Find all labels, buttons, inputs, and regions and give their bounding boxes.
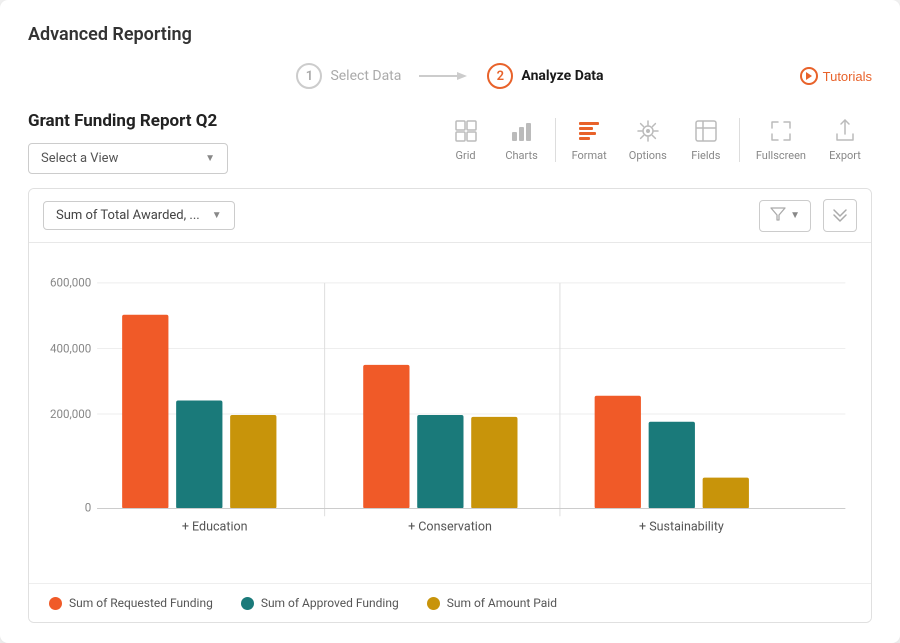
- svg-text:0: 0: [85, 500, 92, 514]
- bar-con-requested: [363, 365, 409, 509]
- report-header: Grant Funding Report Q2 Select a View ▼: [28, 111, 872, 174]
- legend-dot-paid: [427, 597, 440, 610]
- options-icon: [634, 117, 662, 145]
- legend-dot-requested: [49, 597, 62, 610]
- step-1[interactable]: 1 Select Data: [296, 63, 401, 89]
- legend-label-approved: Sum of Approved Funding: [261, 596, 399, 610]
- fields-button[interactable]: Fields: [679, 111, 733, 168]
- legend-label-paid: Sum of Amount Paid: [447, 596, 557, 610]
- fullscreen-icon: [767, 117, 795, 145]
- bar-sus-paid: [703, 478, 749, 509]
- bar-edu-requested: [122, 315, 168, 509]
- export-button[interactable]: Export: [818, 111, 872, 168]
- bar-edu-paid: [230, 415, 276, 509]
- bar-con-approved: [417, 415, 463, 509]
- sum-dropdown[interactable]: Sum of Total Awarded, ... ▼: [43, 201, 235, 230]
- grid-label: Grid: [456, 149, 476, 162]
- legend-label-requested: Sum of Requested Funding: [69, 596, 213, 610]
- step-arrow: [419, 68, 469, 84]
- tutorials-label: Tutorials: [823, 69, 872, 84]
- legend-item-paid: Sum of Amount Paid: [427, 596, 557, 610]
- sum-chevron-icon: ▼: [212, 210, 222, 221]
- svg-text:+ Conservation: + Conservation: [408, 520, 492, 535]
- svg-text:+ Sustainability: + Sustainability: [639, 520, 724, 535]
- app-title: Advanced Reporting: [28, 24, 872, 45]
- tutorials-button[interactable]: Tutorials: [800, 67, 872, 85]
- export-icon: [831, 117, 859, 145]
- bar-edu-approved: [176, 401, 222, 509]
- select-view-dropdown[interactable]: Select a View ▼: [28, 143, 228, 174]
- charts-icon: [508, 117, 536, 145]
- grid-button[interactable]: Grid: [439, 111, 493, 168]
- step-2[interactable]: 2 Analyze Data: [487, 63, 603, 89]
- play-icon: [800, 67, 818, 85]
- fullscreen-button[interactable]: Fullscreen: [746, 111, 816, 168]
- format-icon: [575, 117, 603, 145]
- content-area: Sum of Total Awarded, ... ▼ ▼: [28, 188, 872, 623]
- options-button[interactable]: Options: [619, 111, 677, 168]
- chevron-down-icon: ▼: [205, 153, 215, 164]
- toolbar: Grid Charts: [439, 111, 872, 168]
- select-view-label: Select a View: [41, 151, 118, 166]
- chart-area: 600,000 400,000 200,000 0 + Education: [29, 243, 871, 583]
- export-label: Export: [829, 149, 861, 162]
- fields-icon: [692, 117, 720, 145]
- charts-label: Charts: [505, 149, 537, 162]
- step-1-label: Select Data: [330, 68, 401, 84]
- content-toolbar: Sum of Total Awarded, ... ▼ ▼: [29, 189, 871, 243]
- bar-con-paid: [471, 417, 517, 509]
- bar-sus-requested: [595, 396, 641, 509]
- filter-icon: [770, 207, 786, 225]
- play-triangle: [806, 72, 812, 80]
- step-1-circle: 1: [296, 63, 322, 89]
- filter-chevron-icon: ▼: [790, 210, 800, 221]
- step-2-label: Analyze Data: [521, 68, 603, 84]
- format-button[interactable]: Format: [562, 111, 617, 168]
- steps-row: 1 Select Data 2 Analyze Data Tutorials: [28, 63, 872, 89]
- svg-text:+ Education: + Education: [182, 520, 248, 535]
- right-buttons: ▼: [759, 199, 857, 232]
- left-header: Grant Funding Report Q2 Select a View ▼: [28, 111, 228, 174]
- collapse-button[interactable]: [823, 199, 857, 232]
- charts-button[interactable]: Charts: [495, 111, 549, 168]
- legend-item-approved: Sum of Approved Funding: [241, 596, 399, 610]
- svg-text:200,000: 200,000: [50, 407, 91, 421]
- chart-svg: 600,000 400,000 200,000 0 + Education: [45, 263, 855, 567]
- fields-label: Fields: [691, 149, 720, 162]
- step-2-circle: 2: [487, 63, 513, 89]
- format-label: Format: [572, 149, 607, 162]
- bar-sus-approved: [649, 422, 695, 509]
- filter-button[interactable]: ▼: [759, 200, 811, 232]
- fullscreen-label: Fullscreen: [756, 149, 806, 162]
- select-view-row: Select a View ▼: [28, 143, 228, 174]
- sum-dropdown-label: Sum of Total Awarded, ...: [56, 208, 200, 223]
- report-title: Grant Funding Report Q2: [28, 111, 228, 131]
- svg-text:400,000: 400,000: [50, 341, 91, 355]
- toolbar-divider-1: [555, 118, 556, 162]
- legend-item-requested: Sum of Requested Funding: [49, 596, 213, 610]
- toolbar-divider-2: [739, 118, 740, 162]
- legend-dot-approved: [241, 597, 254, 610]
- options-label: Options: [629, 149, 667, 162]
- svg-text:600,000: 600,000: [50, 276, 91, 290]
- legend-row: Sum of Requested Funding Sum of Approved…: [29, 583, 871, 622]
- grid-icon: [452, 117, 480, 145]
- app-window: Advanced Reporting 1 Select Data 2 Analy…: [0, 0, 900, 643]
